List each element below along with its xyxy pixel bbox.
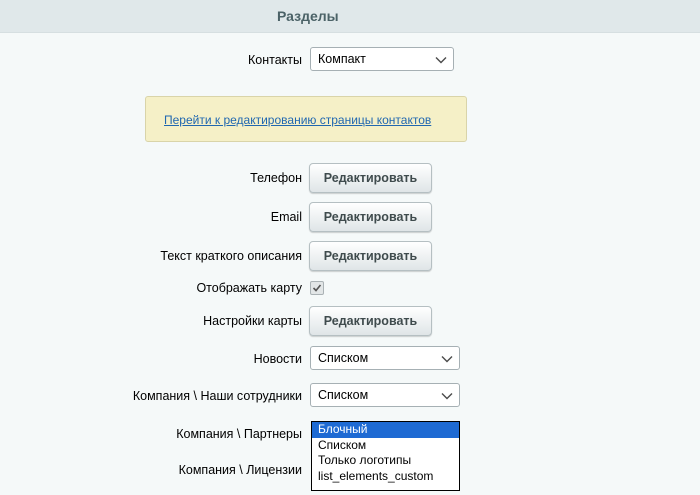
map-settings-label: Настройки карты [203, 314, 302, 328]
partners-option-list[interactable]: Списком [312, 438, 459, 454]
section-title: Разделы [277, 8, 339, 24]
edit-contacts-page-link[interactable]: Перейти к редактированию страницы контак… [164, 113, 431, 127]
staff-label: Компания \ Наши сотрудники [132, 389, 302, 403]
news-select[interactable]: Списком [310, 346, 460, 370]
news-select-value: Списком [318, 351, 369, 365]
contacts-label: Контакты [248, 53, 302, 67]
chevron-down-icon [435, 57, 447, 64]
news-label: Новости [253, 352, 302, 366]
partners-option-block[interactable]: Блочный [312, 422, 459, 438]
staff-select[interactable]: Списком [310, 383, 460, 407]
info-box: Перейти к редактированию страницы контак… [145, 96, 467, 142]
partners-option-custom[interactable]: list_elements_custom [312, 469, 459, 485]
contacts-select[interactable]: Компакт [310, 47, 454, 71]
short-description-label: Текст краткого описания [160, 249, 302, 263]
show-map-checkbox[interactable] [310, 281, 324, 295]
checkmark-icon [312, 284, 322, 292]
partners-label: Компания \ Партнеры [176, 427, 302, 441]
section-header: Разделы [0, 0, 700, 33]
partners-option-logos[interactable]: Только логотипы [312, 453, 459, 469]
partners-listbox[interactable]: Блочный Списком Только логотипы list_ele… [311, 421, 460, 491]
phone-label: Телефон [250, 171, 302, 185]
show-map-label: Отображать карту [196, 281, 302, 295]
licenses-label: Компания \ Лицензии [178, 463, 302, 477]
staff-select-value: Списком [318, 388, 369, 402]
edit-short-description-button[interactable]: Редактировать [309, 241, 432, 271]
edit-email-button[interactable]: Редактировать [309, 202, 432, 232]
edit-phone-button[interactable]: Редактировать [309, 163, 432, 193]
email-label: Email [270, 210, 302, 224]
chevron-down-icon [441, 393, 453, 400]
chevron-down-icon [441, 356, 453, 363]
contacts-select-value: Компакт [318, 52, 366, 66]
edit-map-settings-button[interactable]: Редактировать [309, 306, 432, 336]
